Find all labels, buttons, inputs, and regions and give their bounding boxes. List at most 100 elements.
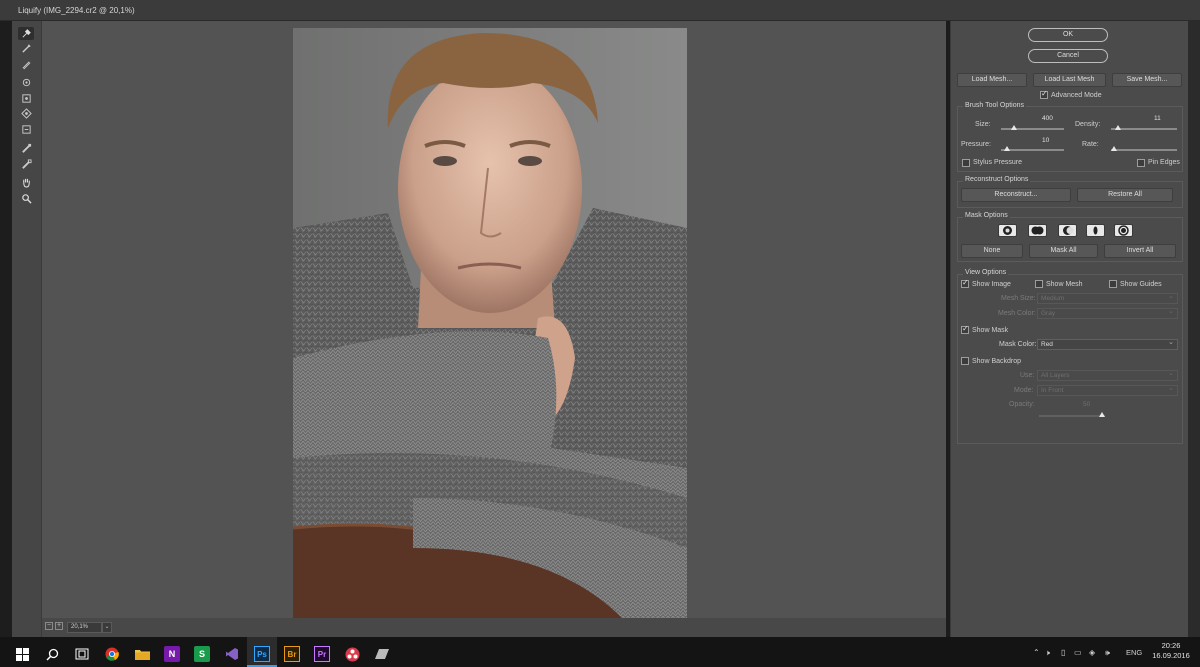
mask-color-select[interactable]: Red — [1037, 338, 1178, 350]
save-mesh-button[interactable]: Save Mesh... — [1112, 73, 1182, 87]
clock-date: 16.09.2016 — [1152, 651, 1190, 660]
ok-button[interactable]: OK — [1028, 28, 1108, 42]
reconstruct-options-title: Reconstruct Options — [963, 176, 1031, 183]
eraser-app-icon[interactable] — [374, 646, 390, 662]
windows-taskbar — [0, 637, 1200, 667]
tray-app-icon[interactable]: ◈ — [1089, 648, 1095, 657]
bloat-tool-icon[interactable] — [18, 107, 34, 120]
zoom-in-button[interactable]: + — [55, 622, 63, 630]
zoom-out-button[interactable]: − — [45, 622, 53, 630]
battery-icon[interactable]: ▯ — [1061, 648, 1065, 657]
view-options-title: View Options — [963, 269, 1009, 276]
onenote-icon[interactable]: N — [164, 646, 180, 662]
bridge-icon[interactable]: Br — [284, 646, 300, 662]
advanced-mode-checkbox[interactable] — [1040, 89, 1048, 99]
mesh-color-select[interactable]: Gray — [1037, 307, 1178, 319]
opacity-value[interactable]: 50 — [1083, 401, 1090, 408]
zoom-tool-icon[interactable] — [18, 192, 34, 205]
zoom-field[interactable]: 20,1% — [67, 622, 102, 633]
show-hidden-icons-icon[interactable]: ⌃ — [1033, 648, 1040, 657]
clock-time: 20:26 — [1161, 641, 1181, 650]
pressure-value[interactable]: 10 — [1042, 137, 1049, 144]
file-explorer-icon[interactable] — [134, 646, 150, 662]
mesh-size-select[interactable]: Medium — [1037, 292, 1178, 304]
show-backdrop-checkbox[interactable] — [961, 357, 969, 365]
sound-icon[interactable]: 🕪 — [1105, 648, 1110, 658]
status-bar: − + 20,1% ⌄ — [42, 618, 946, 637]
load-last-mesh-button[interactable]: Load Last Mesh — [1033, 73, 1106, 87]
intersect-with-selection-mask-icon[interactable] — [1086, 224, 1105, 237]
network-icon[interactable]: ▭ — [1074, 648, 1082, 657]
mesh-size-label: Mesh Size: — [1001, 295, 1036, 302]
task-view-icon[interactable] — [74, 646, 90, 662]
show-image-label: Show Image — [972, 281, 1011, 288]
size-slider[interactable] — [1001, 125, 1064, 130]
pressure-label: Pressure: — [961, 141, 991, 148]
window-title-bar: Liquify (IMG_2294.cr2 @ 20,1%) — [0, 0, 1200, 21]
restore-all-button[interactable]: Restore All — [1077, 188, 1173, 202]
opacity-label: Opacity: — [1009, 401, 1035, 408]
push-left-tool-icon[interactable] — [18, 123, 34, 136]
density-value[interactable]: 11 — [1154, 115, 1161, 122]
pressure-slider[interactable] — [1001, 146, 1064, 151]
zoom-dropdown[interactable]: ⌄ — [102, 622, 112, 633]
show-mesh-checkbox[interactable] — [1035, 280, 1043, 288]
thaw-mask-tool-icon[interactable] — [18, 158, 34, 171]
add-to-selection-mask-icon[interactable] — [1028, 224, 1047, 237]
davinci-resolve-icon[interactable] — [344, 646, 360, 662]
clock[interactable]: 20:26 16.09.2016 — [1150, 641, 1192, 661]
stylus-pressure-label: Stylus Pressure — [973, 159, 1023, 166]
mask-all-button[interactable]: Mask All — [1029, 244, 1098, 258]
photo-preview[interactable] — [293, 28, 687, 619]
volume-icon[interactable]: 🕨 — [1045, 648, 1050, 658]
pin-edges-checkbox[interactable] — [1137, 159, 1145, 167]
freeze-mask-tool-icon[interactable] — [18, 142, 34, 155]
language-indicator[interactable]: ENG — [1126, 648, 1142, 657]
hand-tool-icon[interactable] — [18, 176, 34, 189]
forward-warp-tool-icon[interactable] — [18, 27, 34, 40]
invert-all-button[interactable]: Invert All — [1104, 244, 1176, 258]
rate-slider-knob[interactable] — [1111, 146, 1117, 151]
subtract-from-selection-mask-icon[interactable] — [1058, 224, 1077, 237]
brush-tool-options-title: Brush Tool Options — [963, 102, 1027, 109]
cancel-button[interactable]: Cancel — [1028, 49, 1108, 63]
chrome-icon[interactable] — [104, 646, 120, 662]
skype-app-icon[interactable]: S — [194, 646, 210, 662]
load-mesh-button[interactable]: Load Mesh... — [957, 73, 1027, 87]
search-icon[interactable] — [44, 646, 60, 662]
photoshop-icon[interactable]: Ps — [254, 646, 270, 662]
rate-slider[interactable] — [1111, 146, 1177, 151]
use-select[interactable]: All Layers — [1037, 369, 1178, 381]
mask-none-button[interactable]: None — [961, 244, 1023, 258]
density-slider[interactable] — [1111, 125, 1177, 130]
use-label: Use: — [1020, 372, 1035, 379]
mesh-color-value: Gray — [1041, 310, 1056, 317]
mask-color-label: Mask Color: — [999, 341, 1037, 348]
smooth-tool-icon[interactable] — [18, 58, 34, 71]
size-value[interactable]: 400 — [1042, 115, 1053, 122]
reconstruct-tool-icon[interactable] — [18, 42, 34, 55]
mesh-size-value: Medium — [1041, 295, 1065, 302]
density-slider-knob[interactable] — [1115, 125, 1121, 130]
twirl-clockwise-tool-icon[interactable] — [18, 76, 34, 89]
reconstruct-button[interactable]: Reconstruct... — [961, 188, 1071, 202]
pressure-slider-knob[interactable] — [1004, 146, 1010, 151]
mode-select[interactable]: In Front — [1037, 384, 1178, 396]
show-mask-checkbox[interactable] — [961, 324, 969, 334]
visual-studio-icon[interactable] — [224, 646, 240, 662]
pucker-tool-icon[interactable] — [18, 92, 34, 105]
pin-edges-label: Pin Edges — [1148, 159, 1180, 166]
premiere-icon[interactable]: Pr — [314, 646, 330, 662]
windows-start-icon[interactable] — [14, 646, 30, 662]
size-slider-knob[interactable] — [1011, 125, 1017, 130]
replace-selection-mask-icon[interactable] — [998, 224, 1017, 237]
invert-selection-mask-icon[interactable] — [1114, 224, 1133, 237]
show-mask-label: Show Mask — [972, 327, 1009, 334]
opacity-slider-knob[interactable] — [1099, 412, 1105, 417]
show-image-checkbox[interactable] — [961, 278, 969, 288]
show-guides-checkbox[interactable] — [1109, 280, 1117, 288]
show-backdrop-label: Show Backdrop — [972, 358, 1022, 365]
right-scroll-strip — [1188, 21, 1200, 637]
stylus-pressure-checkbox[interactable] — [962, 159, 970, 167]
opacity-slider[interactable] — [1039, 412, 1105, 417]
